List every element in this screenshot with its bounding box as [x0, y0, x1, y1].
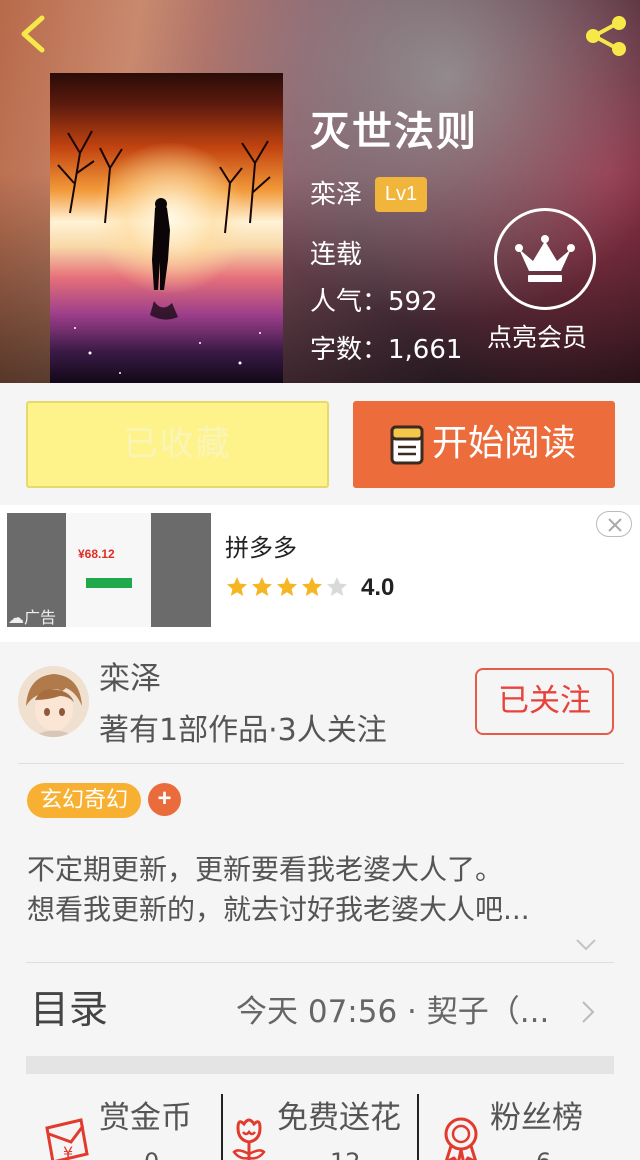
book-title: 灭世法则 [310, 109, 478, 155]
flower-icon[interactable] [224, 1114, 274, 1160]
crown-icon [515, 235, 575, 282]
intro-line: 不定期更新，更新要看我老婆大人了。 [27, 853, 504, 886]
ad-tag: ☁广告 [8, 608, 57, 627]
toc-title[interactable]: 目录 [30, 987, 108, 1035]
share-icon [586, 16, 626, 56]
cover-art [57, 130, 271, 374]
ad-phone-screenshot [66, 513, 151, 627]
star-icon [277, 577, 297, 596]
ad-price: ¥68.12 [78, 547, 115, 561]
close-icon [608, 518, 622, 532]
section-separator [26, 1056, 614, 1074]
stat-label-fans[interactable]: 粉丝榜 [490, 1098, 583, 1138]
star-icon [227, 577, 247, 596]
vip-crown-button[interactable] [494, 208, 596, 310]
back-arrow-icon [21, 15, 45, 53]
avatar-illustration [18, 666, 89, 737]
follow-button[interactable]: 已关注 [475, 668, 614, 735]
intro-line: 想看我更新的，就去讨好我老婆大人吧... [27, 893, 530, 926]
genre-tag[interactable]: 玄幻奇幻 [27, 783, 141, 818]
star-icon [302, 577, 322, 596]
author-card-stats: 著有1部作品·3人关注 [99, 713, 387, 748]
book-cover-image[interactable] [50, 73, 283, 383]
red-envelope-icon[interactable]: ¥ [41, 1114, 91, 1160]
stat-divider [221, 1094, 223, 1160]
expand-intro-button[interactable] [573, 935, 599, 955]
book-header: 灭世法则 栾泽 Lv1 连载 人气：592 字数：1,661 点亮会员 [0, 0, 640, 383]
book-author[interactable]: 栾泽 [310, 178, 362, 212]
stat-label-coins[interactable]: 赏金币 [99, 1098, 192, 1138]
chevron-right-icon [582, 1001, 595, 1023]
book-intro[interactable]: 不定期更新，更新要看我老婆大人了。 想看我更新的，就去讨好我老婆大人吧... [27, 850, 617, 930]
stat-count-fans: 6 [536, 1148, 551, 1160]
ad-green-button [86, 578, 132, 588]
ad-rating-value: 4.0 [361, 574, 395, 601]
author-level-badge: Lv1 [375, 177, 427, 212]
share-button[interactable] [582, 14, 630, 58]
ad-star-rating [226, 576, 351, 600]
book-popularity: 人气：592 [310, 287, 438, 317]
svg-text:¥: ¥ [63, 1143, 73, 1160]
book-icon [390, 425, 424, 465]
toc-chevron-button[interactable] [579, 998, 597, 1026]
stat-label-flowers[interactable]: 免费送花 [277, 1098, 401, 1138]
stat-count-coins: 0 [144, 1148, 159, 1160]
ad-tag-label: 广告 [24, 608, 57, 627]
chevron-down-icon [576, 939, 596, 951]
divider [26, 962, 614, 963]
add-tag-button[interactable]: + [148, 783, 181, 816]
book-status: 连载 [310, 240, 363, 270]
toc-latest-chapter[interactable]: 今天 07:56 · 契子（... [236, 992, 549, 1032]
start-reading-label[interactable]: 开始阅读 [432, 422, 576, 466]
author-card-name[interactable]: 栾泽 [99, 660, 161, 698]
divider [18, 763, 624, 764]
star-icon [327, 577, 347, 596]
star-icon [252, 577, 272, 596]
stat-divider [417, 1094, 419, 1160]
medal-icon[interactable] [436, 1114, 486, 1160]
vip-label[interactable]: 点亮会员 [487, 322, 587, 354]
author-avatar[interactable] [18, 666, 89, 737]
ad-close-button[interactable] [596, 511, 632, 537]
book-word-count: 字数：1,661 [310, 335, 463, 365]
ad-app-name[interactable]: 拼多多 [225, 532, 297, 564]
collected-button[interactable]: 已收藏 [26, 401, 329, 488]
stat-count-flowers: 12 [330, 1148, 361, 1160]
back-button[interactable] [14, 12, 54, 56]
